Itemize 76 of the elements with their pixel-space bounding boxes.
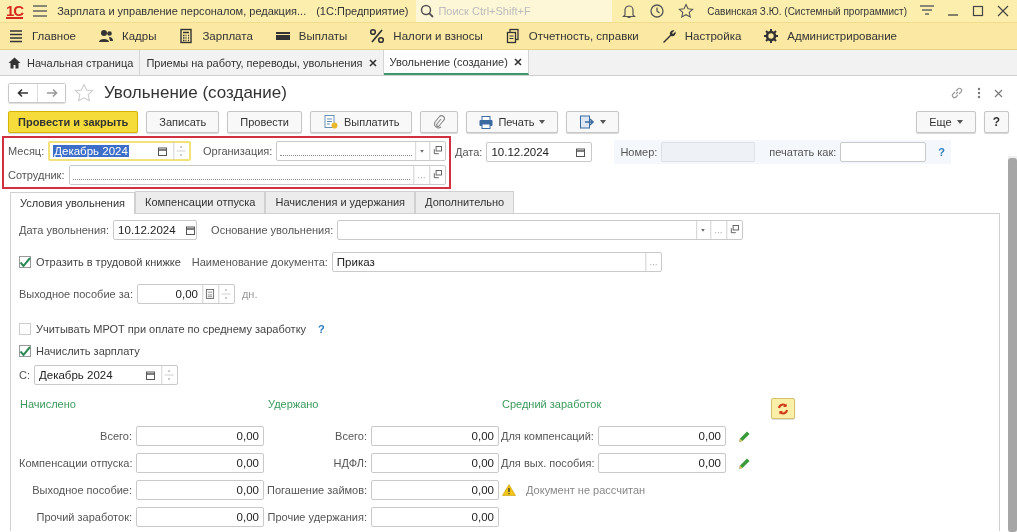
severance-days-field[interactable]: 0,00 [136,284,235,304]
pay-button[interactable]: Выплатить [310,111,413,133]
field-label: Погашение займов: [267,484,367,496]
amount-field[interactable]: 0,00 [598,453,726,473]
help-link[interactable]: ? [938,146,946,158]
field-label: НДФЛ: [332,457,367,469]
tab[interactable]: Дополнительно [415,191,515,213]
field-label: Всего: [334,430,367,442]
app-logo[interactable]: 1С [6,3,24,19]
field-label: Всего: [99,430,132,442]
field-label: Для компенсаций: [501,430,594,442]
section-heading: Удержано [267,398,319,410]
field-label: Организация: [202,145,273,157]
window-title: Зарплата и управление персоналом, редакция... [57,5,307,17]
post-and-close-button[interactable]: Провести и закрыть [8,111,139,133]
command-button[interactable]: Записать [146,111,220,133]
amount-field[interactable]: 0,00 [371,480,499,500]
field-label: Номер: [620,146,658,158]
from-month-field[interactable]: Декабрь 2024 [34,365,178,385]
dismissal-date-field[interactable]: 10.12.2024 [113,220,198,240]
field-label: печатать как: [769,146,837,158]
section-menu-item[interactable]: Выплаты [274,28,348,44]
section-heading: Средний заработок [501,398,602,410]
field-label: С: [19,369,30,381]
section-menu-item[interactable]: Настройка [660,28,742,44]
field-label: Основание увольнения: [211,224,334,236]
tab[interactable]: Компенсации отпуска [135,191,266,213]
amount-field[interactable]: 0,00 [136,426,264,446]
open-tab[interactable]: Начальная страница [2,50,141,75]
accrue-salary-checkbox[interactable]: Начислить зарплату [19,345,140,357]
amount-field[interactable]: 0,00 [371,453,499,473]
section-menu-item[interactable]: Отчетность, справки [504,28,639,44]
field-label: Выходное пособие: [31,484,132,496]
section-menu-item[interactable]: Зарплата [178,28,253,44]
help-button[interactable]: ? [983,111,1009,133]
amount-field[interactable]: 0,00 [598,426,726,446]
amount-field[interactable]: 0,00 [136,507,264,527]
user-name[interactable]: Савинская З.Ю. (Системный программист) [707,5,907,17]
field-label: Сотрудник: [8,169,65,181]
tab[interactable]: Начисления и удержания [265,191,416,213]
platform-name: (1С:Предприятие) [316,5,409,17]
amount-field[interactable]: 0,00 [136,453,264,473]
help-link[interactable]: ? [318,323,325,335]
section-heading: Начислено [19,398,76,410]
search-field[interactable]: Поиск Ctrl+Shift+F [416,0,613,22]
field-label: Наименование документа: [191,256,328,268]
section-menu-item[interactable]: Администрирование [763,28,897,44]
warning-message: Документ не рассчитан [526,484,646,496]
unit-label: дн. [241,288,258,300]
document-name-field[interactable]: Приказ [331,252,662,272]
amount-field[interactable]: 0,00 [136,480,264,500]
field-label: Прочий заработок: [35,511,132,523]
command-button[interactable]: Провести [227,111,302,133]
field-label: Дата: [455,146,483,158]
field-label: Компенсации отпуска: [19,457,132,469]
mrot-checkbox[interactable]: Учитывать МРОТ при оплате по среднему заработку [19,323,307,335]
section-menu-item[interactable]: Налоги и взносы [369,28,483,44]
search-input[interactable]: Поиск Ctrl+Shift+F [438,5,609,17]
field-label: Дата увольнения: [19,224,110,236]
print-button[interactable]: Печать [466,111,559,133]
month-field[interactable]: Декабрь 2024 [48,141,191,161]
section-menu-item[interactable]: Главное [8,28,76,44]
work-book-checkbox[interactable]: Отразить в трудовой книжке [19,256,181,268]
field-label: Выходное пособие за: [19,288,133,300]
field-label: Прочие удержания: [267,511,367,523]
date-field[interactable]: 10.12.2024 [486,142,593,162]
field-label: Месяц: [8,145,45,157]
open-tab[interactable]: Приемы на работу, переводы, увольнения [140,50,384,75]
amount-field[interactable]: 0,00 [371,507,499,527]
field-label: Для вых. пособия: [501,457,594,469]
tab[interactable]: Условия увольнения [10,192,136,214]
amount-field[interactable]: 0,00 [371,426,499,446]
section-menu-item[interactable]: Кадры [97,28,157,44]
form-title: Увольнение (создание) [104,83,287,103]
open-tab[interactable]: Увольнение (создание) [383,50,529,75]
more-actions-button[interactable]: Еще [916,111,976,133]
